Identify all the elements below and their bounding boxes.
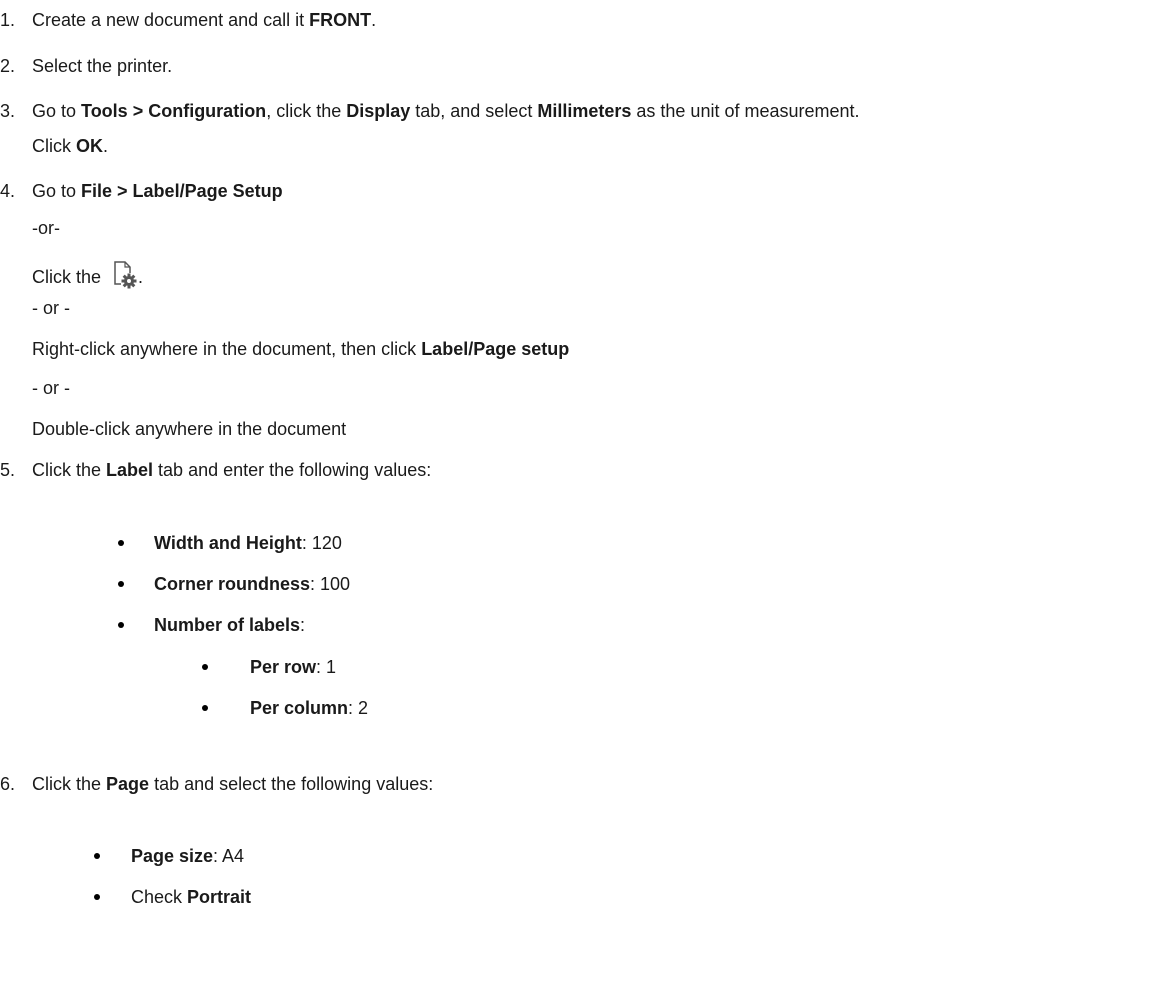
bullet (94, 894, 100, 900)
step-6-text: Click the Page tab and select the follow… (32, 774, 434, 794)
list-item: Width and Height: 120 (154, 533, 342, 553)
sub-list-item: Per column: 2 (250, 698, 369, 718)
step-2-text: Select the printer. (32, 56, 173, 76)
list-item: Corner roundness: 100 (154, 574, 351, 594)
or-separator: -or- (32, 218, 60, 238)
step-number: 5. (0, 460, 16, 480)
step-number: 6. (0, 774, 16, 794)
step-4-double-click-text: Double-click anywhere in the document (32, 419, 347, 439)
step-3-text: Go to Tools > Configuration, click the D… (32, 101, 860, 121)
step-number: 3. (0, 101, 16, 121)
bullet (202, 664, 208, 670)
page-setup-gear-icon[interactable] (108, 259, 138, 289)
bullet (118, 581, 124, 587)
or-separator: - or - (32, 378, 70, 398)
list-item: Check Portrait (131, 887, 252, 907)
step-3-text-line-2: Click OK. (32, 136, 109, 156)
bullet (94, 853, 100, 859)
step-5-text: Click the Label tab and enter the follow… (32, 460, 432, 480)
step-4-right-click-text: Right-click anywhere in the document, th… (32, 339, 570, 359)
step-number: 2. (0, 56, 16, 76)
step-number: 4. (0, 181, 16, 201)
bullet (202, 705, 208, 711)
step-number: 1. (0, 10, 16, 30)
list-item: Page size: A4 (131, 846, 245, 866)
bullet (118, 540, 124, 546)
step-4-text: Go to File > Label/Page Setup (32, 181, 283, 201)
or-separator: - or - (32, 298, 70, 318)
step-4-click-icon-text: Click the . (32, 259, 143, 289)
bullet (118, 622, 124, 628)
step-1-text: Create a new document and call it FRONT. (32, 10, 377, 30)
sub-list-item: Per row: 1 (250, 657, 337, 677)
list-item: Number of labels: (154, 615, 306, 635)
